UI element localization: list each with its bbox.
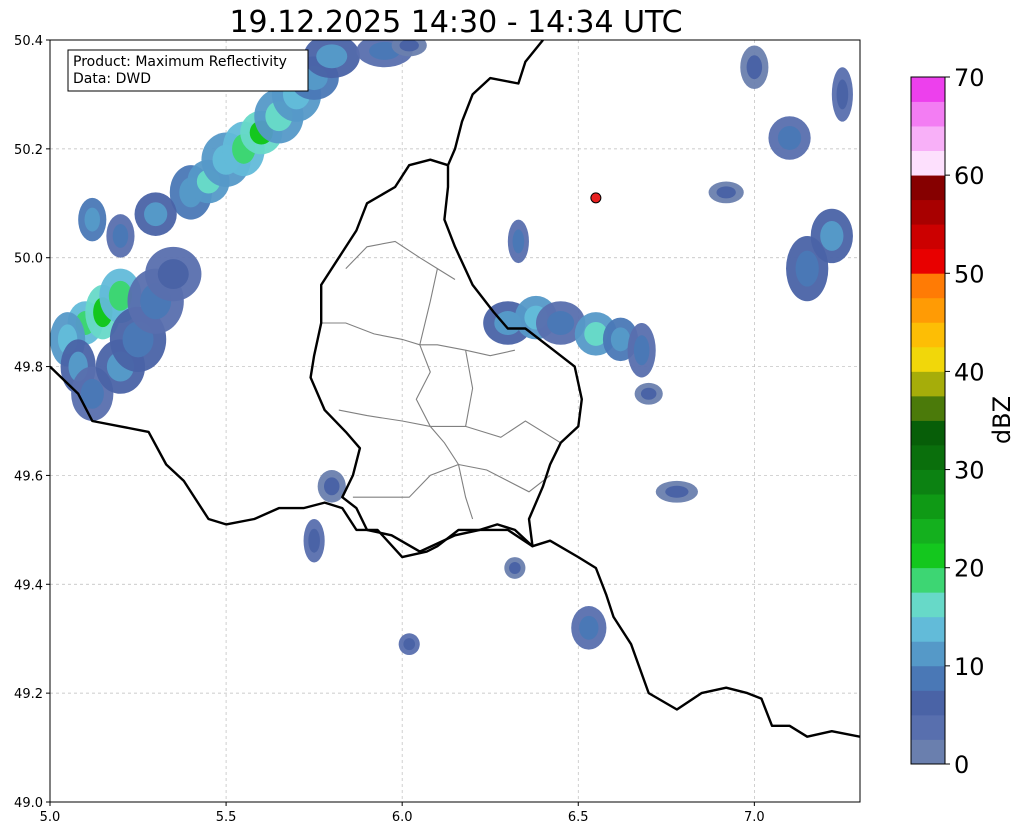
colorbar-ticks: 0 10 20 30 40 50 60 70 xyxy=(945,64,985,779)
colorbar xyxy=(910,76,946,765)
map-background xyxy=(50,40,860,802)
colorbar-segment xyxy=(911,248,945,274)
colorbar-tick-label: 50 xyxy=(954,260,985,288)
colorbar-segment xyxy=(911,543,945,569)
map-title: 19.12.2025 14:30 - 14:34 UTC xyxy=(229,5,682,40)
radar-echo-core xyxy=(144,202,168,227)
radar-echo-core xyxy=(746,55,763,80)
colorbar-segment xyxy=(911,739,945,765)
colorbar-tick-label: 40 xyxy=(954,358,985,386)
radar-map-figure: 19.12.2025 14:30 - 14:34 UTC 5.0 5.5 6.0 6.… xyxy=(14,5,1016,825)
radar-echo-core xyxy=(579,615,599,640)
radar-echo-core xyxy=(84,207,101,232)
colorbar-segment xyxy=(911,371,945,397)
radar-echo-core xyxy=(112,223,129,248)
info-product: Product: Maximum Reflectivity xyxy=(73,54,287,70)
colorbar-segment xyxy=(911,445,945,470)
colorbar-segment xyxy=(911,469,945,495)
radar-echo-core xyxy=(323,477,340,496)
radar-echo-core xyxy=(610,327,631,352)
longitude-axis: 5.0 5.5 6.0 6.5 7.0 xyxy=(40,802,765,825)
colorbar-tick-label: 20 xyxy=(954,555,985,583)
lat-tick-label: 50.4 xyxy=(14,34,43,49)
lon-tick-label: 5.0 xyxy=(40,810,61,825)
location-marker[interactable] xyxy=(590,192,602,204)
radar-echo-core xyxy=(777,125,802,150)
lat-tick-label: 49.0 xyxy=(14,796,43,811)
colorbar-tick-label: 30 xyxy=(954,457,985,485)
radar-echo-core xyxy=(399,40,419,52)
colorbar-segment xyxy=(911,641,945,667)
latitude-axis: 49.0 49.2 49.4 49.6 49.8 50.0 50.2 50.4 xyxy=(14,34,50,811)
lon-tick-label: 5.5 xyxy=(216,810,237,825)
radar-echo-core xyxy=(547,311,575,336)
info-box: Product: Maximum Reflectivity Data: DWD xyxy=(67,49,309,92)
colorbar-tick-label: 0 xyxy=(954,751,969,779)
map-plot-area[interactable] xyxy=(49,35,861,803)
lat-tick-label: 49.8 xyxy=(14,361,43,376)
lon-tick-label: 6.0 xyxy=(392,810,413,825)
radar-echo-core xyxy=(512,229,525,254)
info-data-source: Data: DWD xyxy=(73,71,151,87)
radar-echo-core xyxy=(403,638,416,651)
lon-tick-label: 7.0 xyxy=(744,810,765,825)
lat-tick-label: 50.2 xyxy=(14,143,43,158)
radar-echo-core xyxy=(820,220,844,251)
colorbar-segment xyxy=(911,690,945,716)
colorbar-segment xyxy=(911,126,945,152)
colorbar-segment xyxy=(911,395,945,421)
colorbar-segment xyxy=(911,175,945,201)
colorbar-segment xyxy=(911,297,945,323)
lat-tick-label: 50.0 xyxy=(14,252,43,267)
colorbar-segment xyxy=(911,346,945,372)
lat-tick-label: 49.6 xyxy=(14,469,43,484)
colorbar-tick-label: 10 xyxy=(954,653,985,681)
radar-echo-core xyxy=(157,259,189,290)
colorbar-label: dBZ xyxy=(988,396,1016,444)
colorbar-segment xyxy=(911,592,945,618)
colorbar-tick-label: 70 xyxy=(954,64,985,92)
radar-echo-core xyxy=(795,250,819,287)
radar-echo-core xyxy=(308,528,320,553)
colorbar-segment xyxy=(911,273,945,299)
radar-echo-core xyxy=(509,561,521,574)
lat-tick-label: 49.4 xyxy=(14,578,43,593)
marker-dot[interactable] xyxy=(590,192,602,204)
colorbar-segment xyxy=(911,665,945,691)
colorbar-segment xyxy=(911,322,945,348)
colorbar-segment xyxy=(911,420,945,446)
radar-echo-core xyxy=(316,44,348,69)
radar-echo-core xyxy=(640,387,657,400)
radar-echo-core xyxy=(836,79,849,110)
colorbar-segment xyxy=(911,494,945,520)
lon-tick-label: 6.5 xyxy=(568,810,589,825)
colorbar-tick-label: 60 xyxy=(954,162,985,190)
colorbar-segment xyxy=(911,101,945,127)
colorbar-segment xyxy=(911,714,945,740)
colorbar-segment xyxy=(911,518,945,544)
colorbar-segment xyxy=(911,199,945,225)
colorbar-segment xyxy=(911,616,945,642)
colorbar-segment xyxy=(911,150,945,176)
colorbar-segment xyxy=(911,567,945,593)
colorbar-segment xyxy=(911,224,945,250)
radar-echo-core xyxy=(716,186,736,199)
lat-tick-label: 49.2 xyxy=(14,687,43,702)
radar-echo-core xyxy=(665,485,689,498)
colorbar-segment xyxy=(911,77,945,102)
radar-echo-core xyxy=(633,335,650,366)
